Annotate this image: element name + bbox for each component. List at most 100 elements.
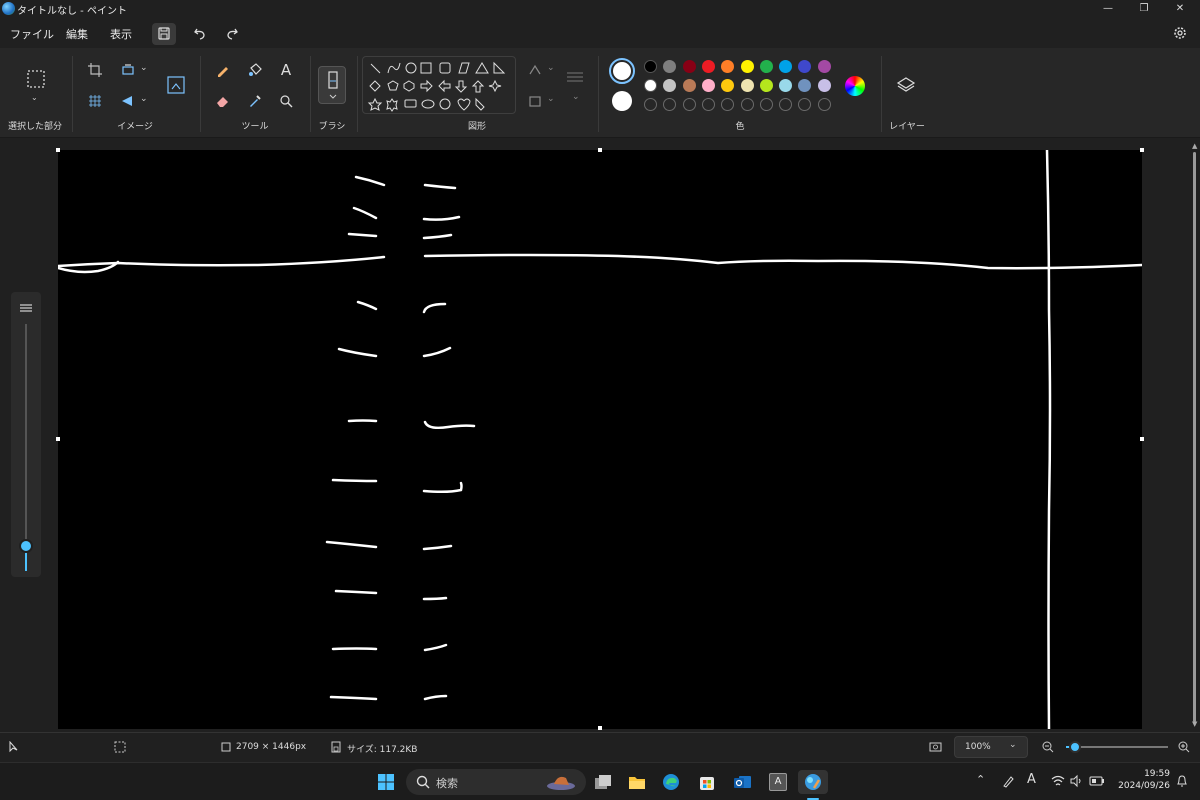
outlook-button[interactable] — [729, 770, 755, 794]
menu-file[interactable]: ファイル — [10, 26, 54, 42]
battery-icon[interactable] — [1089, 774, 1105, 788]
ime-mode-indicator[interactable]: A — [1027, 772, 1036, 787]
resize-handle[interactable] — [1140, 148, 1144, 152]
vertical-scrollbar[interactable]: ▲ ▼ — [1190, 140, 1198, 732]
color-swatch[interactable] — [759, 79, 773, 92]
color-swatch[interactable] — [779, 79, 793, 92]
custom-color-slot[interactable] — [663, 98, 677, 111]
color-swatch[interactable] — [798, 60, 812, 73]
minimize-button[interactable]: — — [1090, 0, 1126, 18]
color-swatch[interactable] — [682, 79, 696, 92]
zoom-slider-thumb[interactable] — [1069, 741, 1081, 753]
chevron-up-icon[interactable]: ⌃ — [976, 773, 985, 786]
custom-color-slot[interactable] — [798, 98, 812, 111]
shapes-gallery[interactable] — [362, 56, 516, 114]
image-edit-button[interactable] — [84, 90, 106, 112]
line-width-button[interactable] — [564, 66, 586, 88]
rotate-button[interactable] — [117, 59, 139, 81]
custom-color-slot[interactable] — [644, 98, 657, 111]
custom-color-slot[interactable] — [779, 98, 793, 111]
resize-handle[interactable] — [598, 726, 602, 730]
notification-bell-icon[interactable] — [1175, 774, 1189, 788]
custom-color-slot[interactable] — [682, 98, 696, 111]
menu-edit[interactable]: 編集 — [66, 26, 88, 42]
redo-button[interactable] — [221, 22, 243, 44]
settings-button[interactable] — [1169, 22, 1191, 44]
color-swatch[interactable] — [759, 60, 773, 73]
color-swatch[interactable] — [644, 60, 657, 73]
save-button[interactable] — [152, 23, 176, 45]
resize-handle[interactable] — [56, 148, 60, 152]
zoom-select[interactable]: 100% ⌄ — [954, 736, 1028, 758]
fill-shape-button[interactable] — [524, 90, 546, 112]
color-swatch[interactable] — [663, 79, 677, 92]
crop-button[interactable] — [84, 59, 106, 81]
color-swatch[interactable] — [644, 79, 657, 92]
brush-size-slider[interactable] — [11, 292, 41, 577]
pen-icon[interactable] — [1001, 774, 1015, 788]
custom-color-slot[interactable] — [721, 98, 735, 111]
wifi-icon[interactable] — [1051, 774, 1065, 788]
magnifier-button[interactable] — [275, 90, 297, 112]
menu-view[interactable]: 表示 — [110, 26, 132, 42]
chevron-down-icon[interactable]: ⌄ — [140, 94, 148, 104]
ime-pad-button[interactable]: A — [765, 770, 791, 794]
scroll-down-icon[interactable]: ▼ — [1192, 720, 1197, 728]
layers-button[interactable] — [895, 74, 917, 96]
color-swatch[interactable] — [701, 60, 715, 73]
outline-button[interactable] — [524, 59, 546, 81]
clock[interactable]: 19:59 2024/09/26 — [1112, 768, 1170, 792]
resize-button[interactable] — [165, 74, 187, 96]
speaker-icon[interactable] — [1069, 774, 1083, 788]
taskbar-search[interactable]: 検索 — [406, 769, 586, 795]
start-button[interactable] — [373, 770, 399, 794]
primary-color-button[interactable] — [609, 58, 635, 84]
chevron-down-icon[interactable]: ⌄ — [547, 63, 555, 73]
scrollbar-thumb[interactable] — [1193, 152, 1196, 722]
maximize-button[interactable]: ❐ — [1126, 0, 1162, 18]
store-button[interactable] — [694, 770, 720, 794]
color-swatch[interactable] — [721, 79, 735, 92]
flip-button[interactable] — [117, 90, 139, 112]
resize-handle[interactable] — [598, 148, 602, 152]
color-swatch[interactable] — [740, 79, 754, 92]
fill-button[interactable] — [244, 59, 266, 81]
color-swatch[interactable] — [817, 79, 831, 92]
edit-colors-button[interactable] — [845, 76, 865, 96]
color-swatch[interactable] — [779, 60, 793, 73]
drawing-canvas[interactable] — [58, 150, 1142, 729]
paint-taskbar-button[interactable] — [798, 770, 828, 794]
scroll-up-icon[interactable]: ▲ — [1192, 142, 1197, 150]
color-swatch[interactable] — [663, 60, 677, 73]
zoom-slider-track[interactable] — [1066, 746, 1168, 748]
resize-handle[interactable] — [1140, 437, 1144, 441]
zoom-out-icon[interactable] — [1041, 740, 1055, 754]
chevron-down-icon[interactable]: ⌄ — [140, 63, 148, 73]
color-swatch[interactable] — [817, 60, 831, 73]
color-picker-button[interactable] — [244, 90, 266, 112]
color-swatch[interactable] — [682, 60, 696, 73]
resize-handle[interactable] — [56, 437, 60, 441]
custom-color-slot[interactable] — [701, 98, 715, 111]
color-swatch[interactable] — [740, 60, 754, 73]
pencil-button[interactable] — [212, 59, 234, 81]
undo-button[interactable] — [189, 22, 211, 44]
chevron-down-icon[interactable]: ⌄ — [547, 94, 555, 104]
edge-button[interactable] — [658, 770, 684, 794]
file-explorer-button[interactable] — [624, 770, 650, 794]
chevron-down-icon[interactable]: ⌄ — [31, 93, 38, 102]
color-swatch[interactable] — [721, 60, 735, 73]
close-button[interactable]: ✕ — [1162, 0, 1198, 18]
select-button[interactable] — [25, 68, 47, 90]
eraser-button[interactable] — [212, 90, 234, 112]
task-view-button[interactable] — [590, 770, 616, 794]
text-tool-button[interactable]: A — [275, 59, 297, 81]
color-swatch[interactable] — [701, 79, 715, 92]
custom-color-slot[interactable] — [759, 98, 773, 111]
custom-color-slot[interactable] — [740, 98, 754, 111]
color-swatch[interactable] — [798, 79, 812, 92]
chevron-down-icon[interactable]: ⌄ — [572, 92, 580, 102]
secondary-color-button[interactable] — [612, 91, 632, 111]
zoom-in-icon[interactable] — [1177, 740, 1191, 754]
custom-color-slot[interactable] — [817, 98, 831, 111]
